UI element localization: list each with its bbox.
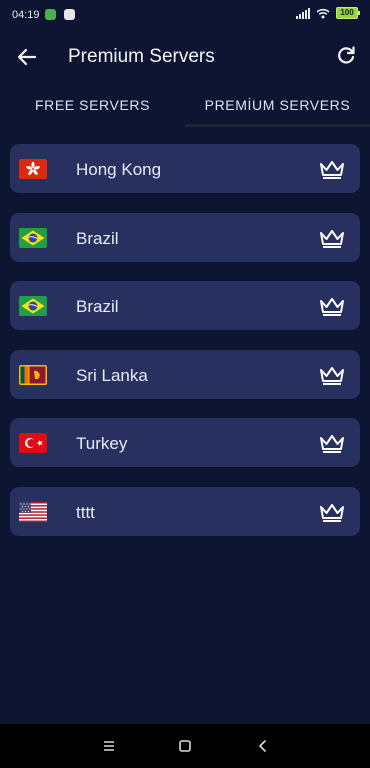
brazil-flag-icon [19, 227, 47, 248]
crown-icon [320, 298, 344, 316]
server-item-brazil[interactable]: Brazil [10, 281, 360, 330]
tab-premium-servers[interactable]: PREMİUM SERVERS [185, 86, 370, 126]
sri-lanka-flag-icon [19, 364, 47, 385]
crown-icon [320, 229, 344, 248]
battery-icon: 100 [336, 7, 360, 19]
page-title: Premium Servers [68, 46, 215, 67]
turkey-flag-icon [19, 433, 47, 453]
status-bar: 04:19 100 [0, 0, 370, 30]
home-icon[interactable] [176, 737, 194, 755]
server-item-hong-kong[interactable]: Hong Kong [10, 144, 360, 193]
server-item-turkey[interactable]: Turkey [10, 418, 360, 467]
wifi-icon [316, 8, 330, 18]
notification-app-icon [64, 9, 75, 20]
status-time: 04:19 [12, 9, 40, 21]
app-bar: Premium Servers [0, 30, 370, 84]
back-icon[interactable] [254, 737, 272, 755]
selected-tab-indicator [185, 124, 370, 127]
server-item-brazil[interactable]: Brazil [10, 212, 360, 262]
system-navigation-bar [0, 724, 370, 768]
crown-icon [320, 161, 344, 179]
server-tabs: FREE SERVERS PREMİUM SERVERS [0, 86, 370, 128]
server-name: tttt [76, 502, 95, 522]
server-item-tttt[interactable]: tttt [10, 486, 360, 536]
menu-icon[interactable] [100, 737, 118, 755]
refresh-icon[interactable] [334, 44, 358, 68]
usa-flag-icon [19, 501, 47, 522]
crown-icon [320, 435, 344, 453]
tab-free-servers[interactable]: FREE SERVERS [0, 86, 185, 126]
notification-app-icon [45, 9, 56, 20]
signal-icon [296, 7, 310, 19]
hong-kong-flag-icon [19, 159, 47, 179]
brazil-flag-icon [19, 296, 47, 316]
server-name: Hong Kong [76, 160, 162, 179]
server-name: Brazil [76, 297, 119, 316]
status-icons: 100 [296, 7, 360, 19]
server-name: Turkey [76, 434, 128, 453]
server-item-sri-lanka[interactable]: Sri Lanka [10, 349, 360, 399]
server-name: Brazil [76, 228, 119, 248]
server-name: Sri Lanka [76, 365, 148, 385]
back-arrow-icon[interactable] [14, 44, 40, 70]
server-list: Hong Kong Brazil Brazil Sri Lanka Turkey… [10, 144, 360, 555]
crown-icon [320, 503, 344, 522]
crown-icon [320, 366, 344, 385]
